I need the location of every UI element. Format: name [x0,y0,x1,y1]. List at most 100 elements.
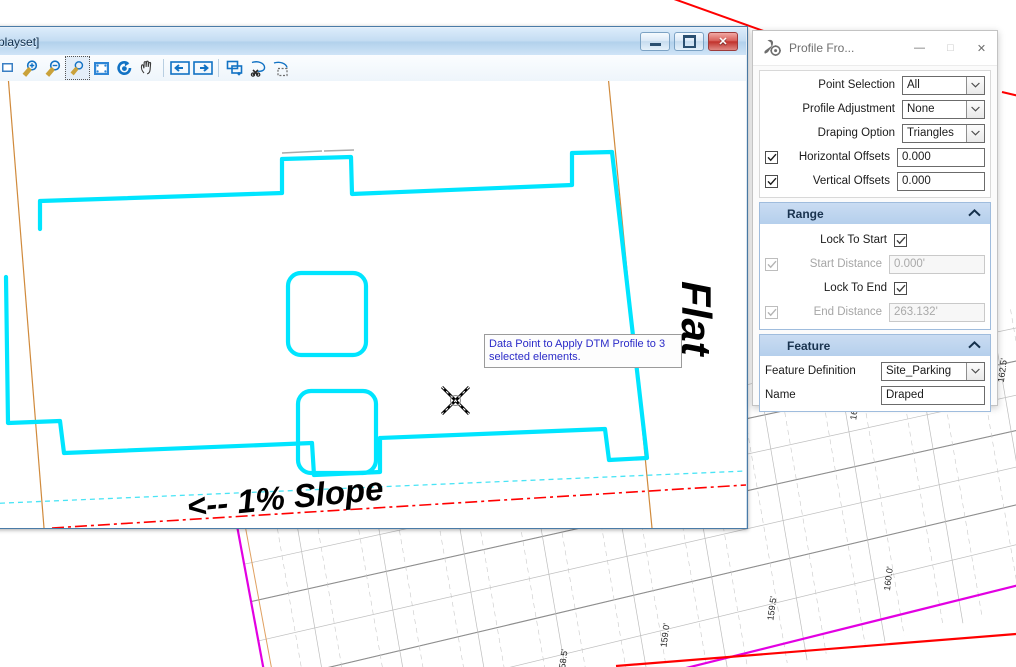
feature-definition-value: Site_Parking [886,365,952,377]
range-row-lock-to-end: Lock To End [765,277,985,299]
feature-section-title: Feature [787,338,831,353]
close-button[interactable]: ✕ [708,32,738,51]
feature-section-header[interactable]: Feature [759,334,991,356]
view-attributes-icon[interactable] [0,57,19,79]
start-distance-input[interactable]: 0.000' [889,254,985,274]
zoom-in-icon[interactable] [19,57,42,79]
chevron-down-icon[interactable] [966,124,984,142]
feature-section-body: Feature Definition Site_Parking Name Dra… [759,356,991,412]
contour-label: 158.5' [557,648,570,667]
horizontal-offsets-value: 0.000 [902,151,931,163]
restore-icon [682,35,696,48]
status-tooltip: Data Point to Apply DTM Profile to 3 sel… [484,334,682,368]
end-distance-checkbox[interactable] [765,305,778,319]
range-section-header[interactable]: Range [759,202,991,224]
chevron-up-icon[interactable] [968,208,981,220]
zoom-area-icon[interactable] [65,56,90,80]
lock-to-end-checkbox[interactable] [894,281,907,295]
rotate-view-icon[interactable] [113,57,136,79]
view-next-icon[interactable] [191,57,214,79]
view-window-titlebar[interactable]: splayset] ✕ [0,28,746,55]
minimize-button[interactable] [640,32,670,51]
parking-lot-graphics: Flat <-- 1% Slope [0,81,746,528]
view-previous-icon[interactable] [168,57,191,79]
end-distance-input[interactable]: 263.132' [889,302,985,322]
profile-adjustment-value: None [907,103,935,115]
tooltip-text: Data Point to Apply DTM Profile to 3 sel… [489,338,666,363]
end-distance-label: End Distance [813,306,882,318]
zoom-out-icon[interactable] [42,57,65,79]
view-drawing-canvas[interactable]: Flat <-- 1% Slope [0,81,746,528]
dialog-body: Point Selection All Profile Adjustment N… [753,70,997,412]
copy-view-icon[interactable] [223,57,246,79]
field-row-profile-adjustment: Profile Adjustment None [765,99,985,119]
feature-definition-label: Feature Definition [765,365,856,377]
toolbar-separator [163,59,164,77]
maximize-icon: □ [947,42,954,54]
lock-to-start-checkbox[interactable] [894,233,907,247]
close-icon: ✕ [976,42,987,55]
range-section-body: Lock To Start Start Distance 0.000' Lock… [759,224,991,330]
settings-panel: Point Selection All Profile Adjustment N… [759,70,991,198]
restore-button[interactable] [674,32,704,51]
dialog-maximize-button[interactable]: □ [935,35,966,61]
profile-from-surface-dialog[interactable]: Profile Fro... — □ ✕ Point Selection All [752,30,998,412]
view-control-toolbar[interactable] [0,55,746,82]
point-selection-combo[interactable]: All [902,75,985,95]
field-row-point-selection: Point Selection All [765,75,985,95]
feature-name-value: Draped [886,389,924,401]
vertical-offsets-input[interactable]: 0.000 [897,171,985,191]
start-distance-label: Start Distance [809,258,882,270]
view-window-title: splayset] [0,34,40,49]
dialog-titlebar[interactable]: Profile Fro... — □ ✕ [753,31,997,66]
pan-view-icon[interactable] [136,57,159,79]
dialog-title: Profile Fro... [789,41,855,55]
range-row-start-distance: Start Distance 0.000' [765,253,985,275]
lock-to-start-label: Lock To Start [820,234,887,246]
toolbar-separator [218,59,219,77]
horizontal-offsets-label: Horizontal Offsets [798,151,890,163]
feature-row-definition: Feature Definition Site_Parking [765,361,985,381]
point-selection-label: Point Selection [818,79,895,91]
dialog-close-button[interactable]: ✕ [966,35,997,61]
feature-name-label: Name [765,389,796,401]
profile-adjustment-label: Profile Adjustment [802,103,895,115]
horizontal-offsets-input[interactable]: 0.000 [897,147,985,167]
dialog-minimize-button[interactable]: — [904,35,935,61]
chevron-up-icon[interactable] [968,340,981,352]
feature-row-name: Name Draped [765,385,985,405]
profile-adjustment-combo[interactable]: None [902,99,985,119]
profile-from-surface-icon [762,39,782,57]
draping-option-value: Triangles [907,127,954,139]
range-section-title: Range [787,206,824,221]
chevron-down-icon[interactable] [966,100,984,118]
horizontal-offsets-checkbox[interactable] [765,150,778,164]
field-row-draping-option: Draping Option Triangles [765,123,985,143]
fit-view-icon[interactable] [90,57,113,79]
vertical-offsets-checkbox[interactable] [765,174,778,188]
end-distance-value: 263.132' [894,306,938,318]
close-icon: ✕ [718,36,728,48]
draping-option-label: Draping Option [817,127,895,139]
vertical-offsets-label: Vertical Offsets [812,175,890,187]
field-row-horizontal-offsets: Horizontal Offsets 0.000 [765,147,985,167]
start-distance-value: 0.000' [894,258,925,270]
draping-option-combo[interactable]: Triangles [902,123,985,143]
feature-name-input[interactable]: Draped [881,385,985,405]
lock-to-end-label: Lock To End [823,282,887,294]
clip-mask-icon[interactable] [269,57,292,79]
feature-definition-combo[interactable]: Site_Parking [881,361,985,381]
minimize-icon: — [914,42,925,54]
chevron-down-icon[interactable] [966,362,984,380]
chevron-down-icon[interactable] [966,76,984,94]
clip-volume-icon[interactable] [246,57,269,79]
start-distance-checkbox[interactable] [765,257,778,271]
vertical-offsets-value: 0.000 [902,175,931,187]
range-row-end-distance: End Distance 263.132' [765,301,985,323]
field-row-vertical-offsets: Vertical Offsets 0.000 [765,171,985,191]
microstation-view-window[interactable]: splayset] ✕ [0,26,748,529]
minimize-icon [649,43,661,46]
gray-stub [323,149,355,152]
point-selection-value: All [907,79,920,91]
range-row-lock-to-start: Lock To Start [765,229,985,251]
